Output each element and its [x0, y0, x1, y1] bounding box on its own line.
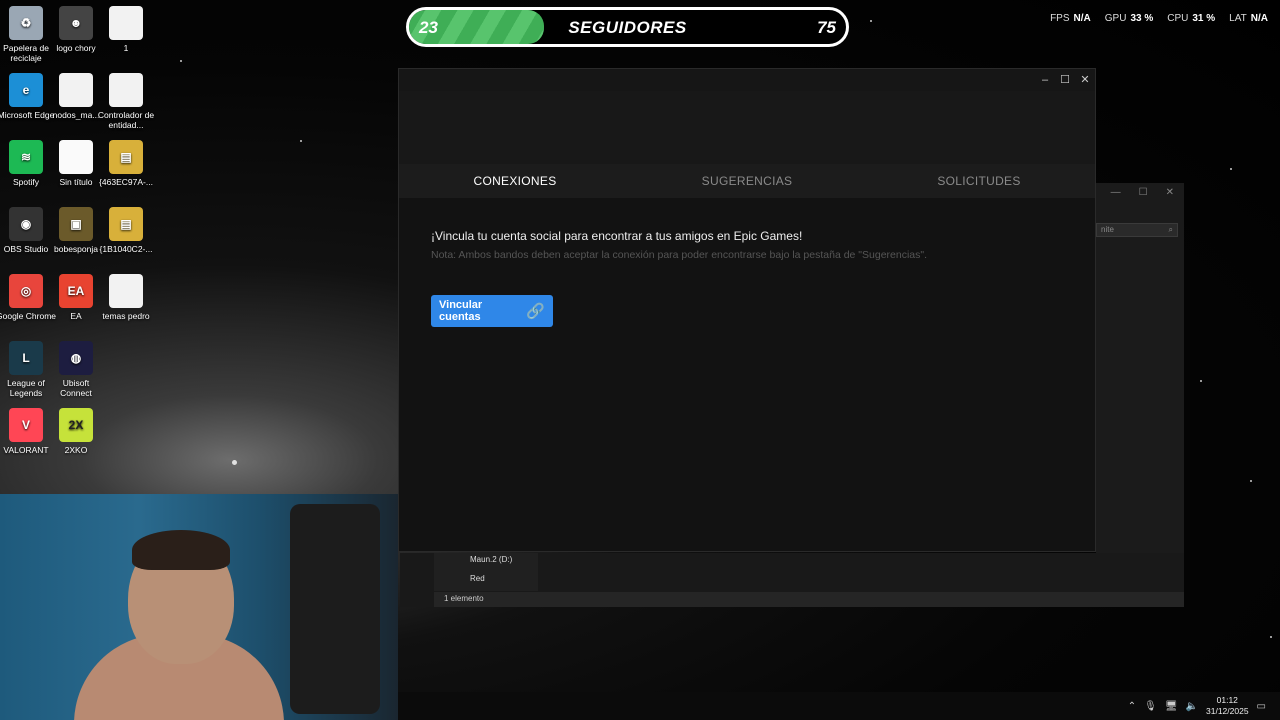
search-icon: ⌕	[1168, 225, 1173, 234]
taskbar: ⌃ 🎙 🖥 🔈 01:12 31/12/2025 ▭	[398, 692, 1280, 720]
webcam-overlay	[0, 494, 398, 720]
link-accounts-label: Vincular cuentas	[439, 299, 483, 323]
chrome-icon: ◎	[9, 274, 43, 308]
minimize-icon[interactable]: —	[1111, 187, 1121, 201]
ubisoft-icon: ◍	[59, 341, 93, 375]
desktop-icon[interactable]: Controlador de entidad...	[96, 73, 156, 130]
microphone-icon[interactable]: 🎙	[1144, 701, 1157, 712]
desktop-icon[interactable]: ▤ {463EC97A-...	[96, 140, 156, 187]
edge-icon: e	[9, 73, 43, 107]
friends-tabs: CONEXIONES SUGERENCIAS SOLICITUDES	[399, 164, 1095, 198]
file-icon	[109, 274, 143, 308]
desktop-icon[interactable]: temas pedro	[96, 274, 156, 321]
archive-icon: ▤	[109, 207, 143, 241]
clock[interactable]: 01:12 31/12/2025	[1206, 695, 1249, 717]
star	[1230, 168, 1232, 170]
file-explorer-window[interactable]: — ☐ ✕ nite ⌕	[1096, 183, 1184, 607]
explorer-status-bar: 1 elemento	[434, 592, 1184, 607]
valorant-icon: V	[9, 408, 43, 442]
notifications-icon[interactable]: ▭	[1257, 701, 1266, 712]
obs-icon: ◉	[9, 207, 43, 241]
image-file-icon: ☻	[59, 6, 93, 40]
nav-item-network[interactable]: Red	[434, 572, 538, 591]
tab-conexiones[interactable]: CONEXIONES	[399, 164, 631, 197]
followers-progress-bar: 23 SEGUIDORES 75	[406, 7, 849, 47]
desktop-icon-label: {463EC97A-...	[99, 177, 153, 187]
explorer-titlebar: — ☐ ✕	[1096, 183, 1184, 205]
spotify-icon: ≋	[9, 140, 43, 174]
2xko-icon: 2X	[59, 408, 93, 442]
star	[180, 60, 182, 62]
network-icon[interactable]: 🖥	[1165, 701, 1178, 712]
streamer-hair	[132, 530, 230, 570]
stat-cpu: CPU 31 %	[1167, 13, 1216, 24]
maximize-icon[interactable]: ☐	[1139, 187, 1148, 201]
minimize-icon[interactable]: –	[1035, 69, 1055, 91]
volume-icon[interactable]: 🔈	[1186, 701, 1198, 712]
lol-icon: L	[9, 341, 43, 375]
chevron-up-icon[interactable]: ⌃	[1128, 701, 1136, 712]
desktop-icon-label: Ubisoft Connect	[60, 378, 92, 398]
stat-fps: FPS N/A	[1050, 13, 1091, 24]
link-icon: 🔗	[526, 303, 545, 320]
desktop-icon[interactable]: ▤ {1B1040C2-...	[96, 207, 156, 254]
followers-title: SEGUIDORES	[568, 18, 687, 37]
connections-panel: ¡Vincula tu cuenta social para encontrar…	[399, 198, 1095, 358]
tab-solicitudes[interactable]: SOLICITUDES	[863, 164, 1095, 197]
file-icon	[109, 73, 143, 107]
image-file-icon	[59, 140, 93, 174]
system-tray: ⌃ 🎙 🖥 🔈 01:12 31/12/2025 ▭	[1128, 695, 1266, 717]
close-icon[interactable]: ✕	[1075, 69, 1095, 91]
desktop-icon-label: {1B1040C2-...	[99, 244, 153, 254]
desktop-icon-label: Controlador de entidad...	[97, 110, 155, 130]
file-icon	[59, 73, 93, 107]
explorer-bottom-panel: Maun.2 (D:) Red 1 elemento	[400, 553, 1184, 607]
epic-header	[399, 91, 1095, 164]
performance-stats: FPS N/A GPU 33 % CPU 31 % LAT N/A	[1050, 13, 1268, 24]
star	[870, 20, 872, 22]
stat-lat: LAT N/A	[1229, 13, 1268, 24]
gaming-chair	[290, 504, 380, 714]
desktop-icon[interactable]: ◍ Ubisoft Connect	[46, 341, 106, 398]
desktop-icon-label: 2XKO	[64, 445, 88, 455]
stat-gpu: GPU 33 %	[1104, 13, 1154, 24]
star	[1250, 480, 1252, 482]
followers-goal: 75	[817, 18, 836, 37]
close-icon[interactable]: ✕	[1166, 187, 1174, 201]
desktop-icon-label: temas pedro	[102, 311, 150, 321]
link-account-message: ¡Vincula tu cuenta social para encontrar…	[431, 229, 803, 243]
image-file-icon: ▣	[59, 207, 93, 241]
star	[1270, 636, 1272, 638]
epic-titlebar: – ☐ ✕	[399, 69, 1095, 91]
file-icon	[109, 6, 143, 40]
link-account-note: Nota: Ambos bandos deben aceptar la cone…	[431, 249, 928, 261]
maximize-icon[interactable]: ☐	[1055, 69, 1075, 91]
epic-games-window: – ☐ ✕ CONEXIONES SUGERENCIAS SOLICITUDES…	[398, 68, 1096, 552]
desktop-icon[interactable]: 2X 2XKO	[46, 408, 106, 455]
star	[300, 140, 302, 142]
star	[232, 460, 237, 465]
tab-sugerencias[interactable]: SUGERENCIAS	[631, 164, 863, 197]
archive-icon: ▤	[109, 140, 143, 174]
explorer-nav-pane: Maun.2 (D:) Red	[434, 553, 538, 591]
ea-icon: EA	[59, 274, 93, 308]
link-accounts-button[interactable]: Vincular cuentas 🔗	[431, 295, 553, 327]
explorer-search-input[interactable]: nite ⌕	[1096, 223, 1178, 237]
recycle-bin-icon: ♻	[9, 6, 43, 40]
desktop-icon-label: 1	[123, 43, 129, 53]
nav-item-drive[interactable]: Maun.2 (D:)	[434, 553, 538, 572]
desktop-icon[interactable]: 1	[96, 6, 156, 53]
star	[1200, 380, 1202, 382]
